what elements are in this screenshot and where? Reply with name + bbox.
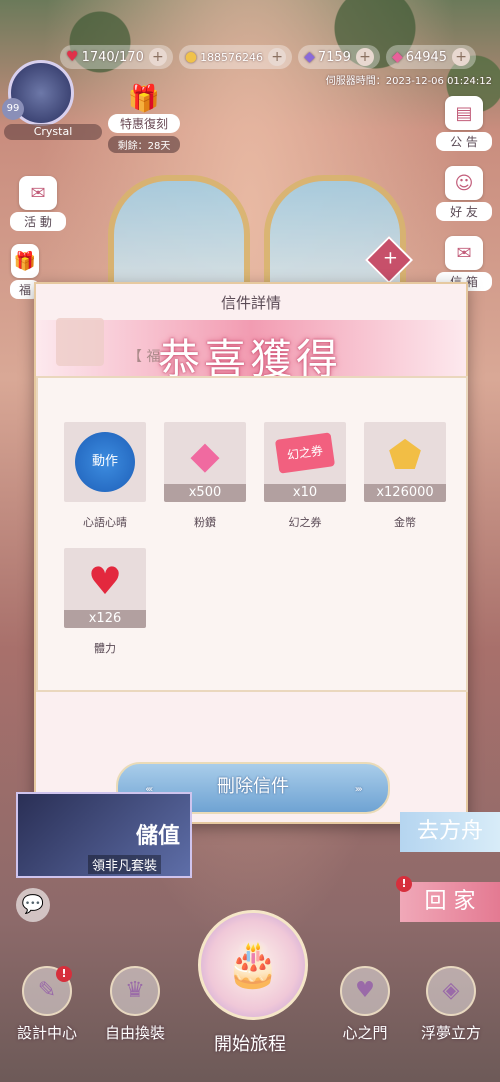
start-journey-label: 開始旅程 [214,1034,286,1055]
nav-heart-gate[interactable]: ♥ 心之門 [320,966,410,1043]
side-label-friends: 好 友 [436,202,492,221]
reward-slot: ♥ x126 [64,548,146,628]
stamina-resource: ♥ 1740/170 + [60,45,173,69]
envelope-icon: ✉ [19,176,57,210]
side-label-notice: 公 告 [436,132,492,151]
heart-icon: ♥ [87,559,123,603]
promo-title: 儲值 [135,824,180,849]
player-level: 99 [2,98,24,120]
ticket-icon: 幻之券 [274,432,336,474]
notice-board-icon: ▤ [445,96,483,130]
reward-name: 心語心晴 [83,516,127,529]
stamina-value: 1740/170 [81,49,144,65]
nav-free-dressup[interactable]: ♛ 自由換裝 [90,966,180,1043]
special-offer-label: 特惠復刻 [108,114,180,133]
reward-quantity: x500 [164,484,246,502]
mail-icon: ✉ [445,236,483,270]
cat-coin-icon: ● [184,49,198,65]
heart-gate-icon: ♥ [340,966,390,1016]
reward-slot: ⬟ x126000 [364,422,446,502]
add-gold-button[interactable]: + [268,48,287,66]
side-label-events: 活 動 [10,212,66,231]
nav-design-center[interactable]: ✎ 設計中心 [2,966,92,1043]
side-button-notice[interactable]: ▤ 公 告 [436,96,492,151]
gold-coin-icon: ⬟ [388,433,422,477]
delete-mail-label: 刪除信件 [217,776,289,797]
pink-diamond-icon: ◆ [391,49,403,65]
nav-label: 設計中心 [16,1024,77,1042]
dress-icon: ♛ [110,966,160,1016]
foliage-decoration [0,0,500,140]
cake-icon: 🎂 [225,939,281,990]
reward-quantity: x126000 [364,484,446,502]
heart-icon: ♥ [66,49,79,65]
diamond-resource: ◆ 7159 + [298,45,380,69]
reward-quantity: x10 [264,484,346,502]
chevron-right-icon: ››› [354,784,363,795]
resource-bar: ♥ 1740/170 + ● 188576246 + ◆ 7159 + ◆ 64… [60,44,490,70]
gift-icon: 🎁 [127,84,161,114]
add-pink-diamond-button[interactable]: + [452,48,471,66]
nav-dream-cube[interactable]: ◈ 浮夢立方 [406,966,496,1043]
cube-icon: ◈ [426,966,476,1016]
dialog-title: 信件詳情 [220,294,281,312]
add-stamina-button[interactable]: + [148,48,167,66]
nav-label: 心之門 [342,1024,388,1042]
nav-label: 自由換裝 [104,1024,165,1042]
notification-badge: ! [396,876,412,892]
side-button-events[interactable]: ✉ 活 動 [10,176,66,231]
diamond-value: 7159 [317,49,351,65]
friend-icon: ☺ [445,166,483,200]
reward-panel: 動作 心語心晴 ◆ x500 粉鑽 幻之券 x10 幻之券 ⬟ x126000 … [36,376,468,692]
chat-button[interactable]: 💬 [16,888,50,922]
pink-diamond-icon: ◆ [190,433,220,477]
side-button-friends[interactable]: ☺ 好 友 [436,166,492,221]
reward-item[interactable]: 動作 心語心晴 [64,422,146,530]
reward-item[interactable]: ♥ x126 體力 [64,548,146,656]
player-name: Crystal [4,124,102,140]
pink-diamond-value: 64945 [405,49,448,65]
start-journey-button[interactable]: 🎂 [198,910,308,1020]
recharge-promo-banner[interactable]: 儲值 領非凡套裝 [16,792,192,878]
reward-grid: 動作 心語心晴 ◆ x500 粉鑽 幻之券 x10 幻之券 ⬟ x126000 … [64,422,446,656]
reward-item[interactable]: ◆ x500 粉鑽 [164,422,246,530]
promo-subtitle: 領非凡套裝 [88,855,162,874]
chat-icon: 💬 [21,894,45,915]
action-icon: 動作 [75,432,135,492]
go-cube-button[interactable]: 去方舟 [400,812,500,852]
reward-item[interactable]: ⬟ x126000 金幣 [364,422,446,530]
reward-slot: 動作 [64,422,146,502]
server-time: 伺服器時間：2023-12-06 01:24:12 [325,76,492,87]
plus-icon: + [382,247,398,269]
add-diamond-button[interactable]: + [355,48,374,66]
pink-diamond-resource: ◆ 64945 + [385,45,477,69]
reward-slot: ◆ x500 [164,422,246,502]
reward-item[interactable]: 幻之券 x10 幻之券 [264,422,346,530]
reward-name: 金幣 [394,516,416,529]
nav-label: 浮夢立方 [420,1024,481,1042]
reward-name: 粉鑽 [194,516,216,529]
notification-badge: ! [56,966,72,982]
gift-box-icon: 🎁 [11,244,39,278]
go-home-button[interactable]: 回 家 [400,882,500,922]
reward-quantity: x126 [64,610,146,628]
reward-slot: 幻之券 x10 [264,422,346,502]
gold-value: 188576246 [200,50,264,64]
reward-name: 幻之券 [288,516,322,529]
special-offer-button[interactable]: 🎁 特惠復刻 剩餘：28天 [108,84,180,153]
gold-resource: ● 188576246 + [178,45,293,69]
purple-diamond-icon: ◆ [304,49,315,65]
special-offer-remaining: 剩餘：28天 [108,136,180,153]
reward-name: 體力 [94,642,116,655]
